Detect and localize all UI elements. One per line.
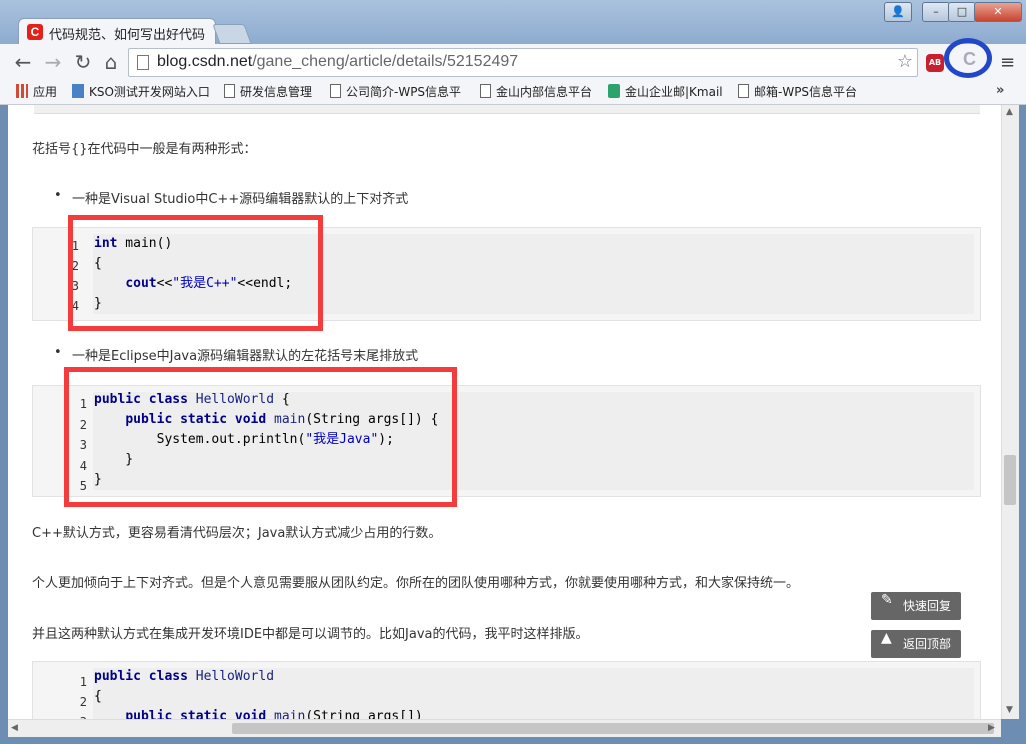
scroll-right-icon[interactable]: ▶ — [988, 723, 995, 733]
page-icon — [224, 84, 235, 98]
pencil-icon: ✎ — [881, 592, 893, 608]
scroll-up-icon[interactable]: ▲ — [1006, 107, 1013, 117]
user-profile-button[interactable]: 👤 — [884, 2, 912, 22]
tab-title: 代码规范、如何写出好代码 — [49, 28, 206, 43]
bookmark-company[interactable]: 公司简介-WPS信息平 — [330, 83, 461, 101]
maximize-button[interactable]: □ — [948, 2, 976, 22]
bookmark-kso[interactable]: KSO测试开发网站入口 — [72, 83, 212, 101]
close-button[interactable]: ✕ — [974, 2, 1022, 22]
bookmark-apps[interactable]: 应用 — [16, 83, 57, 101]
mail-icon — [608, 84, 620, 98]
new-tab-button[interactable] — [212, 24, 252, 44]
chevron-up-icon: ▲ — [881, 630, 892, 646]
csdn-favicon-icon: C — [27, 24, 43, 40]
home-icon[interactable]: ⌂ — [100, 52, 122, 72]
back-to-top-label: 返回顶部 — [903, 637, 952, 651]
bookmark-label: 研发信息管理 — [240, 85, 313, 99]
bookmark-star-icon[interactable]: ☆ — [897, 51, 913, 72]
bookmark-kmail[interactable]: 金山企业邮|Kmail — [608, 83, 723, 101]
bookmark-label: 公司简介-WPS信息平 — [346, 85, 462, 99]
vertical-scroll-thumb[interactable] — [1004, 455, 1016, 505]
bookmark-label: KSO测试开发网站入口 — [89, 85, 210, 99]
quick-reply-button[interactable]: ✎ 快速回复 — [871, 592, 961, 620]
bullet-eclipse: 一种是Eclipse中Java源码编辑器默认的左花括号末尾排放式 — [54, 345, 418, 364]
scroll-left-icon[interactable]: ◀ — [11, 723, 18, 733]
bookmarks-bar: 应用 KSO测试开发网站入口 研发信息管理 公司简介-WPS信息平 金山内部信息… — [0, 80, 1026, 105]
quick-reply-label: 快速回复 — [903, 599, 952, 613]
reload-icon[interactable]: ↻ — [72, 52, 94, 72]
scroll-down-icon[interactable]: ▼ — [1006, 705, 1013, 715]
bookmark-label: 金山内部信息平台 — [496, 85, 593, 99]
bookmark-internal[interactable]: 金山内部信息平台 — [480, 83, 592, 101]
forward-icon[interactable]: → — [42, 52, 64, 72]
back-to-top-button[interactable]: ▲ 返回顶部 — [871, 630, 961, 658]
page-icon — [137, 55, 149, 70]
vertical-scrollbar[interactable]: ▲ ▼ — [1001, 105, 1019, 719]
url-path: /gane_cheng/article/details/52152497 — [252, 53, 519, 70]
highlight-box-java — [64, 367, 457, 507]
page-content: 花括号{}在代码中一般是有两种形式： 一种是Visual Studio中C++源… — [8, 105, 1001, 719]
opinion-text: 个人更加倾向于上下对齐式。但是个人意见需要服从团队约定。你所在的团队使用哪种方式… — [32, 576, 800, 591]
page-icon — [738, 84, 749, 98]
horizontal-scroll-thumb[interactable] — [232, 723, 994, 734]
code-block-prev — [34, 105, 980, 114]
page-icon — [480, 84, 491, 98]
code-text: public class HelloWorld{ public static v… — [94, 669, 423, 719]
url-text[interactable]: blog.csdn.net/gane_cheng/article/details… — [157, 53, 518, 71]
back-icon[interactable]: ← — [12, 52, 34, 72]
adblock-extension-icon[interactable]: AB — [926, 54, 944, 72]
menu-icon[interactable]: ≡ — [1000, 52, 1015, 73]
extension-c-icon[interactable]: C — [963, 49, 976, 70]
minimize-button[interactable]: – — [922, 2, 950, 22]
page-icon — [330, 84, 341, 98]
tab-active[interactable]: C 代码规范、如何写出好代码 — [18, 18, 216, 45]
bookmarks-overflow-icon[interactable]: » — [996, 83, 1004, 98]
horizontal-scrollbar[interactable]: ◀ ▶ — [8, 719, 1001, 737]
browser-window: C 代码规范、如何写出好代码 👤 – □ ✕ ← → ↻ ⌂ blog.csdn… — [0, 0, 1026, 744]
highlight-circle: C — [944, 38, 992, 78]
url-host: blog.csdn.net — [157, 53, 253, 70]
line-numbers: 123 — [79, 675, 87, 719]
bookmark-label: 应用 — [33, 85, 58, 99]
bookmark-label: 金山企业邮|Kmail — [625, 85, 723, 99]
intro-text: 花括号{}在代码中一般是有两种形式： — [32, 142, 257, 157]
comparison-text: C++默认方式，更容易看清代码层次；Java默认方式减少占用的行数。 — [32, 526, 442, 541]
highlight-box-cpp — [68, 215, 323, 331]
kso-icon — [72, 84, 84, 98]
title-bar: C 代码规范、如何写出好代码 👤 – □ ✕ — [0, 0, 1026, 45]
bookmark-mailbox[interactable]: 邮箱-WPS信息平台 — [738, 83, 857, 101]
code-block-java-custom: 123 public class HelloWorld{ public stat… — [32, 661, 981, 719]
apps-icon — [16, 84, 28, 98]
ide-text: 并且这两种默认方式在集成开发环境IDE中都是可以调节的。比如Java的代码，我平… — [32, 627, 589, 642]
bookmark-label: 邮箱-WPS信息平台 — [754, 85, 858, 99]
browser-toolbar: ← → ↻ ⌂ blog.csdn.net/gane_cheng/article… — [0, 38, 1026, 80]
address-bar[interactable]: blog.csdn.net/gane_cheng/article/details… — [128, 48, 918, 77]
bullet-vs: 一种是Visual Studio中C++源码编辑器默认的上下对齐式 — [54, 188, 408, 207]
bookmark-rd[interactable]: 研发信息管理 — [224, 83, 312, 101]
